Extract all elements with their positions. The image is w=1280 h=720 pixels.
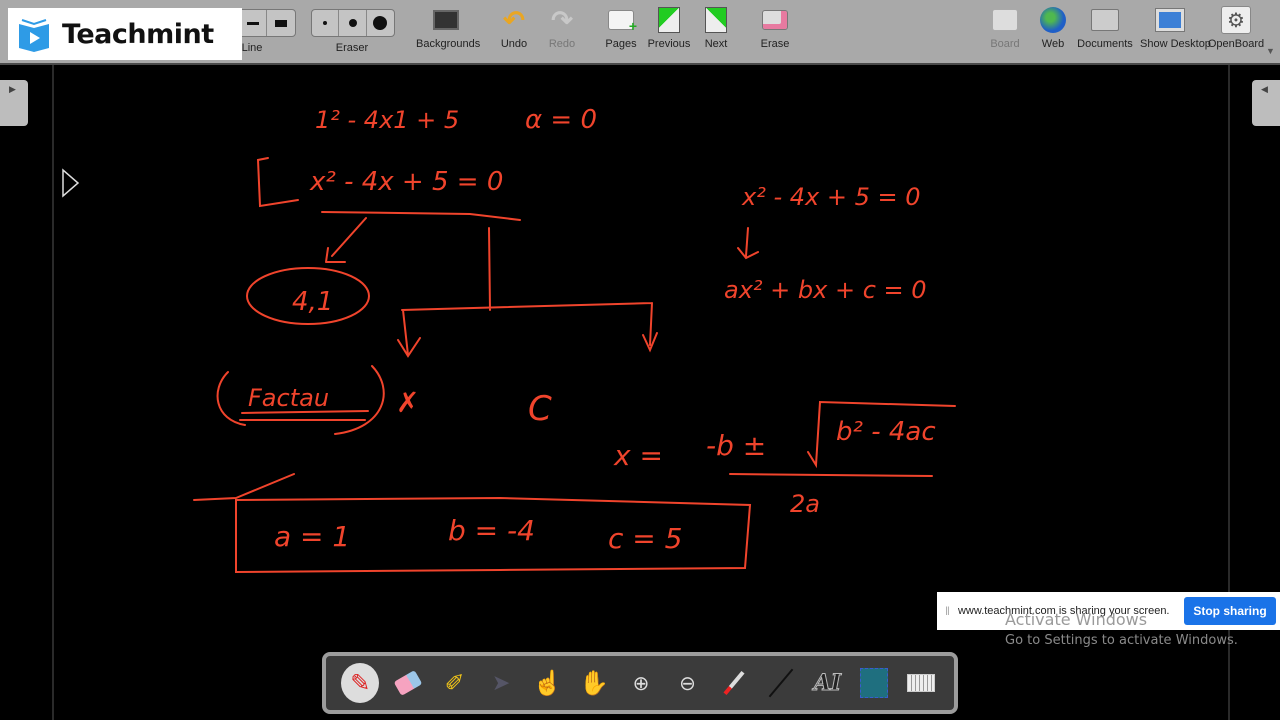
hand-tool-button[interactable]: ✋ [576,665,612,701]
formula-bar [729,473,933,477]
virtual-keyboard-button[interactable] [903,665,939,701]
eraser-tool-button[interactable] [390,665,426,701]
coef-c: c = 5 [608,522,682,555]
board-roots: 4,1 [292,287,333,317]
tool-dock: ✎ ✐ ➤ ☝ ✋ ⊕ ⊖ AI [322,652,958,714]
selector-tool-button[interactable]: ➤ [483,665,519,701]
coef-a: a = 1 [274,520,350,553]
laser-pointer-button[interactable] [716,665,752,701]
screen-share-bar: ‖ www.teachmint.com is sharing your scre… [937,592,1280,630]
hand-icon: ✋ [579,669,610,697]
board-c-label: C [528,389,552,429]
line-icon [768,668,794,698]
text-tool-button[interactable]: AI [809,665,845,701]
board-eq-right: x² - 4x + 5 = 0 [741,183,921,211]
marker-tool-button[interactable]: ✐ [437,665,473,701]
pen-tool-button[interactable]: ✎ [341,663,380,703]
branch-stroke [397,227,658,358]
zoom-in-button[interactable]: ⊕ [623,665,659,701]
share-message: www.teachmint.com is sharing your screen… [957,605,1170,617]
factor-underline [239,410,369,421]
formula-lhs: x = [613,439,663,472]
drag-handle-icon[interactable]: ‖ [945,604,950,618]
laser-pointer-icon [723,670,745,696]
text-icon: AI [813,670,842,697]
board-factor: Factau [248,384,329,412]
capture-tool-button[interactable] [856,665,892,701]
cursor-icon [62,168,80,198]
board-general: ax² + bx + c = 0 [724,276,927,304]
eraser-icon [393,670,423,696]
partial-arrow [193,473,295,501]
capture-icon [860,668,888,698]
arrow-to-roots [325,217,367,263]
coef-b: b = -4 [448,514,535,547]
ink-strokes [62,157,956,574]
underline-arrow-stroke [321,211,521,221]
arrow-pointer-icon: ➤ [491,670,511,695]
formula-num-a: -b ± [706,429,766,462]
board-line1: 1² - 4x1 + 5 [315,106,459,134]
interact-tool-button[interactable]: ☝ [530,665,566,701]
board-cross: ✗ [396,386,419,419]
general-arrow [737,227,759,260]
marker-icon: ✐ [444,669,465,697]
board-line1b: α = 0 [525,105,597,135]
pen-icon: ✎ [350,669,371,697]
zoom-in-icon: ⊕ [632,672,650,695]
zoom-out-icon: ⊖ [679,672,696,695]
formula-num-b: b² - 4ac [836,417,936,447]
keyboard-icon [906,674,935,692]
board-eq-left: x² - 4x + 5 = 0 [309,167,503,197]
zoom-out-button[interactable]: ⊖ [670,665,706,701]
formula-den: 2a [790,490,820,518]
bracket-stroke [256,157,299,208]
stop-sharing-button[interactable]: Stop sharing [1184,597,1276,625]
line-tool-button[interactable] [763,665,799,701]
pointing-hand-icon: ☝ [532,669,563,697]
